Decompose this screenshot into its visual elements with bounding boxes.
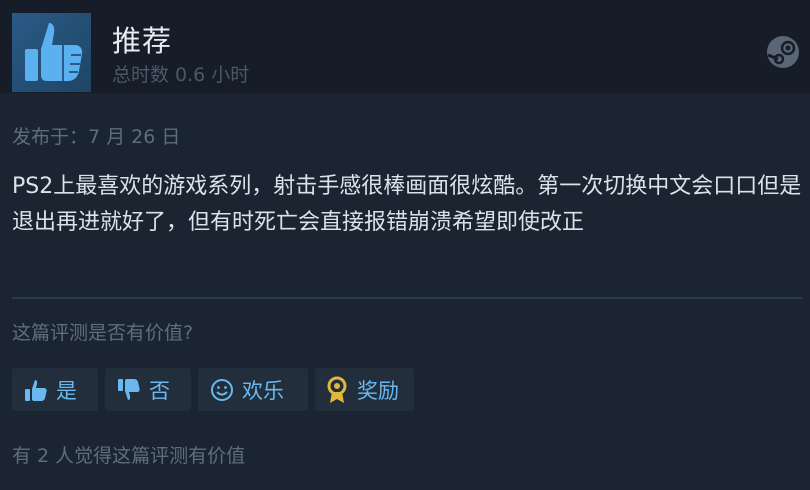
- review-card: 推荐 总时数 0.6 小时 发布于：7 月 26 日 PS2上最喜欢的游戏系列，…: [0, 0, 810, 490]
- smiley-icon: [210, 378, 234, 402]
- recommended-badge: [12, 13, 91, 92]
- helpful-question: 这篇评测是否有价值?: [12, 322, 194, 344]
- posted-date: 发布于：7 月 26 日: [12, 126, 181, 148]
- vote-yes-label: 是: [56, 378, 77, 403]
- award-label: 奖励: [357, 378, 399, 403]
- review-body: PS2上最喜欢的游戏系列，射击手感很棒画面很炫酷。第一次切换中文会口口但是退出再…: [12, 174, 802, 235]
- thumbs-down-icon: [117, 378, 141, 402]
- helpful-count: 有 2 人觉得这篇评测有价值: [12, 445, 246, 467]
- vote-yes-button[interactable]: 是: [12, 368, 98, 411]
- steam-logo-icon: [766, 35, 800, 69]
- review-header: 推荐 总时数 0.6 小时: [0, 0, 810, 93]
- vote-funny-label: 欢乐: [242, 378, 284, 403]
- vote-no-label: 否: [149, 378, 170, 403]
- hours-played: 总时数 0.6 小时: [112, 64, 250, 86]
- award-medal-icon: [325, 376, 349, 404]
- award-button[interactable]: 奖励: [315, 368, 414, 411]
- divider: [12, 297, 802, 299]
- vote-funny-button[interactable]: 欢乐: [198, 368, 308, 411]
- thumbs-up-icon: [24, 378, 48, 402]
- vote-no-button[interactable]: 否: [105, 368, 191, 411]
- recommendation-title: 推荐: [112, 24, 173, 58]
